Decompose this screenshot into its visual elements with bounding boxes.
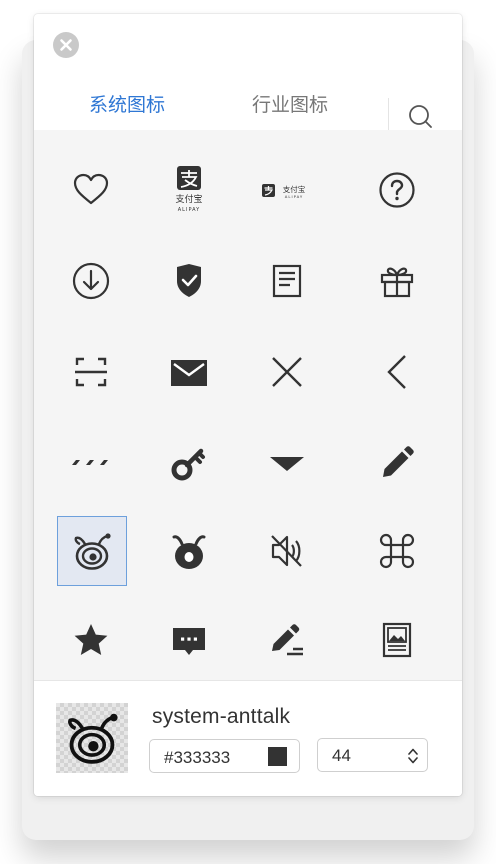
close-button[interactable] [53,32,79,58]
icon-cell-left-arrow[interactable] [362,337,432,407]
alipay-text: 支付宝 [175,193,202,205]
icon-cell-question[interactable] [362,155,432,225]
alipay-text-horizontal: 支付宝 [283,184,306,194]
icon-cell-shield[interactable] [154,246,224,316]
size-value: 44 [332,746,351,765]
ellipsis-icon [72,460,108,465]
anttalk-preview-icon [68,713,118,764]
caret-down-icon [270,457,304,471]
icon-cell-alipay-square[interactable]: 支付宝 ALIPAY [154,155,224,225]
icon-cell-anttalk-outline[interactable] [57,516,127,586]
icon-cell-heart[interactable] [56,155,126,225]
icon-cell-star[interactable] [56,605,126,675]
search-icon [409,105,432,128]
icon-cell-mail[interactable] [154,337,224,407]
mail-icon [171,360,207,386]
anttalk-outline-icon [74,533,111,570]
tab-divider [388,98,389,132]
alipay-horizontal-icon: 支付宝 ALIPAY [262,184,306,199]
color-input[interactable]: #333333 [149,739,300,773]
icon-cell-caret-down[interactable] [252,428,322,498]
icon-grid: 支付宝 ALIPAY 支付宝 ALIPAY [34,130,462,680]
icon-picker-panel: 系统图标 行业图标 支付宝 ALIPAY 支付宝 ALIPAY system-a… [34,14,462,796]
star-icon [74,624,108,655]
key-icon [171,448,205,481]
stepper-chevrons-icon[interactable] [407,746,419,766]
edit-icon [383,446,414,477]
icon-cell-alipay-horizontal[interactable]: 支付宝 ALIPAY [252,155,322,225]
icon-cell-close[interactable] [252,337,322,407]
file-text-icon [272,264,302,298]
icon-preview [56,703,128,773]
icon-cell-anttalk-filled[interactable] [154,516,224,586]
scan-icon [75,357,107,387]
selected-icon-name: system-anttalk [152,705,291,728]
icon-cell-download[interactable] [56,246,126,316]
command-icon [379,533,415,569]
icon-cell-message[interactable] [154,605,224,675]
size-select[interactable]: 44 [317,738,428,772]
question-circle-icon [379,172,415,208]
icon-cell-scan[interactable] [56,337,126,407]
gift-icon [380,267,414,298]
tab-system-icons[interactable]: 系统图标 [82,90,172,130]
download-circle-icon [72,262,110,300]
close-x-icon [272,357,302,387]
heart-icon [73,173,109,205]
close-icon [60,39,72,51]
anttalk-filled-icon [172,535,206,569]
icon-cell-command[interactable] [362,516,432,586]
icon-cell-edit[interactable] [362,428,432,498]
color-value: #333333 [164,748,231,767]
icon-cell-picture-doc[interactable] [362,605,432,675]
alipay-square-icon: 支付宝 ALIPAY [175,166,203,213]
tab-industry-icons[interactable]: 行业图标 [245,90,335,130]
alipay-subtext-horizontal: ALIPAY [285,194,304,199]
sound-off-icon [271,535,302,567]
icon-cell-file-text[interactable] [252,246,322,316]
alipay-subtext: ALIPAY [178,207,200,213]
color-swatch[interactable] [268,747,287,766]
icon-cell-key[interactable] [154,428,224,498]
picture-doc-icon [382,622,412,658]
search-button[interactable] [406,102,436,132]
icon-cell-edit-line[interactable] [252,605,322,675]
edit-line-icon [272,624,303,656]
icon-cell-ellipsis[interactable] [56,428,126,498]
message-dots-icon [173,628,205,655]
icon-detail-footer: system-anttalk #333333 44 [34,680,462,796]
shield-check-icon [177,264,201,297]
icon-cell-gift[interactable] [362,246,432,316]
icon-cell-sound-off[interactable] [252,516,322,586]
left-arrow-icon [387,355,406,389]
